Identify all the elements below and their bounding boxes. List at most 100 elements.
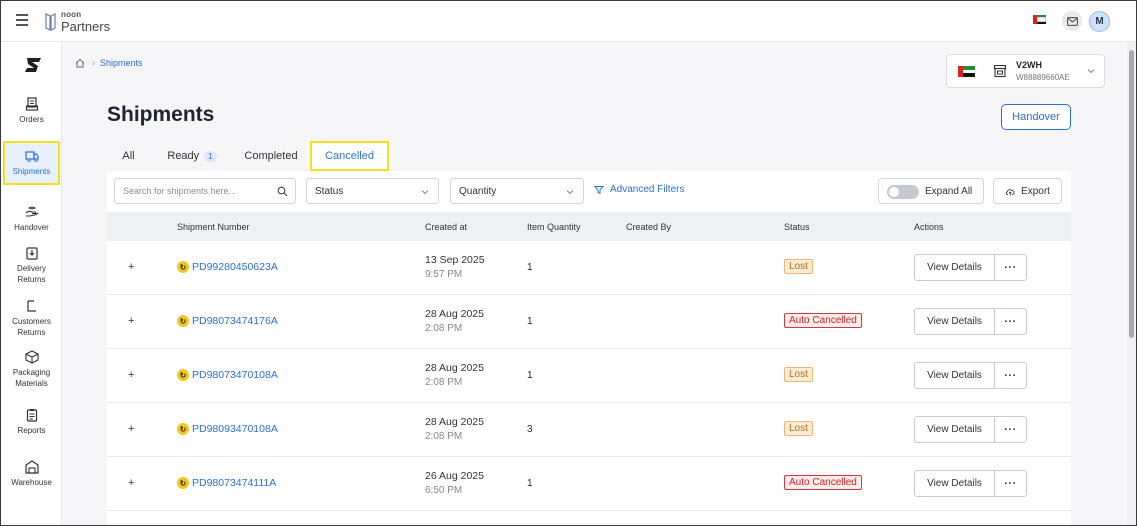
expand-row-button[interactable]: + — [128, 477, 134, 489]
created-time: 2:08 PM — [425, 377, 463, 388]
shipments-table: Shipment Number Created at Item Quantity… — [107, 212, 1071, 525]
customer-returns-icon — [26, 300, 36, 312]
page-title: Shipments — [107, 103, 215, 126]
table-row: + ↻ PD98073474176A 28 Aug 2025 2:08 PM 1… — [107, 295, 1071, 349]
quantity-select[interactable]: Quantity — [450, 178, 584, 204]
sidebar-item-delivery-returns[interactable]: Delivery Returns — [3, 246, 60, 285]
sidebar-item-label: Handover — [14, 223, 49, 232]
export-label: Export — [1021, 185, 1050, 197]
sidebar-item-warehouse[interactable]: Warehouse — [3, 460, 60, 488]
table-row: + ↻ PD98073470108A 28 Aug 2025 2:08 PM 1… — [107, 349, 1071, 403]
column-header[interactable]: Shipment Number — [177, 222, 250, 232]
more-actions-button[interactable]: ··· — [994, 308, 1027, 335]
tab-all[interactable]: All — [122, 141, 135, 171]
shipment-number-link[interactable]: PD99280450623A — [192, 261, 278, 273]
warehouse-icon — [24, 460, 39, 474]
status-select[interactable]: Status — [306, 178, 439, 204]
search-input[interactable]: Search for shipments here... — [114, 178, 296, 204]
more-actions-button[interactable]: ··· — [994, 254, 1027, 281]
status-badge: Auto Cancelled — [784, 475, 862, 490]
more-actions-button[interactable]: ··· — [994, 470, 1027, 497]
reports-icon — [26, 409, 37, 422]
shipment-cell: ↻ PD98073474176A — [177, 315, 278, 327]
tab-label: Completed — [244, 150, 298, 162]
view-details-button[interactable]: View Details — [914, 308, 995, 335]
shipment-status-icon: ↻ — [177, 423, 189, 435]
sidebar-item-shipments[interactable]: Shipments — [3, 141, 60, 185]
search-placeholder: Search for shipments here... — [123, 186, 237, 196]
tab-label: All — [122, 150, 135, 162]
quantity-select-value: Quantity — [459, 186, 497, 197]
shipment-number-link[interactable]: PD98073470108A — [192, 369, 278, 381]
cloud-upload-icon — [1005, 188, 1015, 195]
vertical-scrollbar[interactable] — [1127, 42, 1136, 525]
sidebar-logo-icon[interactable] — [24, 56, 44, 74]
view-details-button[interactable]: View Details — [914, 362, 995, 389]
warehouse-selector[interactable]: V2WH W88889660AE — [946, 54, 1105, 88]
expand-row-button[interactable]: + — [128, 315, 134, 327]
export-button[interactable]: Export — [993, 178, 1062, 204]
view-details-button[interactable]: View Details — [914, 254, 995, 281]
chevron-down-icon — [1087, 69, 1095, 74]
sidebar-item-packaging-materials[interactable]: Packaging Materials — [3, 350, 60, 389]
view-details-button[interactable]: View Details — [914, 416, 995, 443]
warehouse-id: W88889660AE — [1016, 73, 1070, 82]
sidebar-item-reports[interactable]: Reports — [3, 408, 60, 436]
toggle-knob — [889, 187, 899, 197]
filter-toolbar: Search for shipments here... Status Quan… — [107, 171, 1071, 212]
avatar[interactable]: M — [1089, 11, 1110, 32]
tab-ready[interactable]: Ready 1 — [166, 141, 218, 171]
sidebar-item-customers-returns[interactable]: Customers Returns — [3, 299, 60, 338]
uae-flag-icon[interactable] — [1033, 15, 1046, 24]
column-header[interactable]: Created By — [626, 222, 671, 232]
delivery-returns-icon — [25, 247, 38, 260]
sidebar-item-label: Orders — [19, 115, 44, 124]
shipment-cell: ↻ PD99280450623A — [177, 261, 278, 273]
more-actions-button[interactable]: ··· — [994, 416, 1027, 443]
item-quantity: 1 — [527, 478, 533, 489]
sidebar-item-handover[interactable]: Handover — [3, 205, 60, 233]
app-logo[interactable]: noon Partners — [44, 11, 110, 33]
tab-completed[interactable]: Completed — [244, 141, 298, 171]
partners-logo-icon — [45, 13, 56, 31]
breadcrumb-current[interactable]: Shipments — [100, 58, 143, 68]
more-actions-button[interactable]: ··· — [994, 362, 1027, 389]
home-icon[interactable] — [75, 58, 85, 68]
item-quantity: 1 — [527, 370, 533, 381]
tab-label: Cancelled — [325, 150, 374, 162]
brand-noon: noon — [61, 10, 82, 19]
column-header[interactable]: Created at — [425, 222, 467, 232]
status-badge: Auto Cancelled — [784, 313, 862, 328]
shipment-cell: ↻ PD98073470108A — [177, 369, 278, 381]
status-badge: Lost — [784, 421, 813, 436]
handover-button[interactable]: Handover — [1001, 104, 1071, 130]
tab-cancelled[interactable]: Cancelled — [310, 141, 389, 171]
column-header[interactable]: Status — [784, 222, 810, 232]
expand-row-button[interactable]: + — [128, 369, 134, 381]
table-row — [107, 511, 1071, 525]
item-quantity: 3 — [527, 424, 533, 435]
shipment-number-link[interactable]: PD98073474176A — [192, 315, 278, 327]
expand-row-button[interactable]: + — [128, 261, 134, 273]
hamburger-menu-icon[interactable] — [16, 14, 28, 26]
created-date: 26 Aug 2025 — [425, 470, 484, 482]
top-bar: noon Partners M — [1, 1, 1136, 42]
shipment-number-link[interactable]: PD98073474111A — [192, 477, 276, 489]
shipment-number-link[interactable]: PD98093470108A — [192, 423, 278, 435]
advanced-filters-link[interactable]: Advanced Filters — [594, 184, 684, 195]
ready-count-badge: 1 — [204, 150, 217, 162]
mail-button[interactable] — [1062, 11, 1082, 31]
view-details-button[interactable]: View Details — [914, 470, 995, 497]
sidebar-item-label: Delivery Returns — [17, 264, 46, 284]
sidebar-item-orders[interactable]: Orders — [3, 97, 60, 125]
expand-row-button[interactable]: + — [128, 423, 134, 435]
column-header[interactable]: Item Quantity — [527, 222, 581, 232]
table-header: Shipment Number Created at Item Quantity… — [107, 212, 1071, 241]
scrollbar-thumb[interactable] — [1129, 50, 1134, 338]
store-icon — [993, 64, 1007, 78]
status-badge: Lost — [784, 367, 813, 382]
toggle-switch[interactable] — [887, 185, 919, 199]
breadcrumb-separator: › — [92, 58, 95, 68]
search-icon — [277, 186, 288, 197]
expand-all-toggle[interactable]: Expand All — [878, 178, 984, 204]
